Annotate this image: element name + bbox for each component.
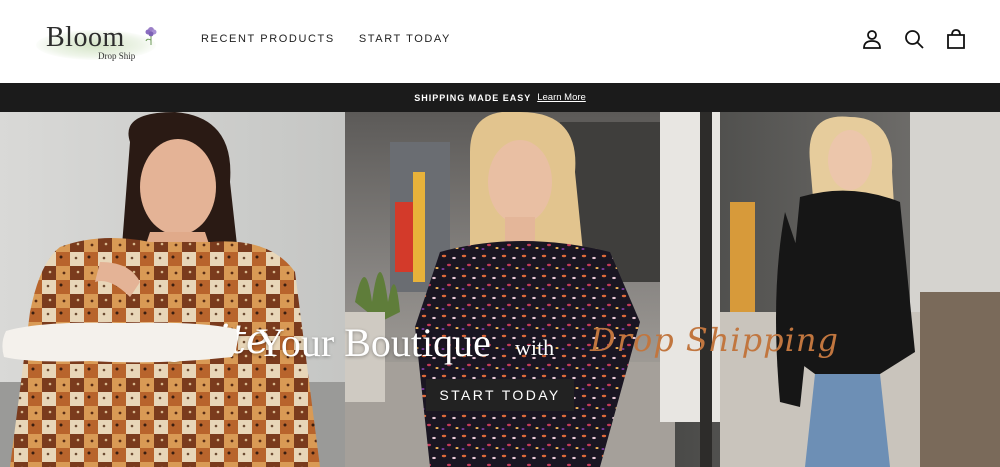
hero-image — [0, 112, 1000, 467]
account-icon[interactable] — [861, 28, 883, 50]
logo-subtitle: Drop Ship — [98, 51, 136, 61]
site-header: Bloom Drop Ship RECENT PRODUCTS START TO… — [0, 0, 1000, 83]
headline-main: Your Boutique — [256, 320, 491, 365]
header-icons — [861, 28, 967, 50]
announcement-message: SHIPPING MADE EASY — [414, 92, 532, 103]
nav-start-today[interactable]: START TODAY — [359, 33, 451, 45]
search-icon[interactable] — [903, 28, 925, 50]
brush-stroke-highlight — [2, 322, 238, 363]
main-nav: RECENT PRODUCTS START TODAY — [201, 33, 451, 45]
flower-icon — [145, 27, 157, 45]
headline-accent: Drop Shipping — [590, 321, 839, 359]
bloom-logo[interactable]: Bloom Drop Ship — [36, 18, 166, 68]
logo-word: Bloom — [46, 22, 125, 53]
hero-headline: Ignite Your Boutique with Drop Shipping — [0, 317, 1000, 377]
learn-more-link[interactable]: Learn More — [537, 92, 586, 103]
cart-icon[interactable] — [945, 28, 967, 50]
start-today-button[interactable]: START TODAY — [426, 379, 574, 411]
nav-recent-products[interactable]: RECENT PRODUCTS — [201, 33, 335, 45]
hero-banner: Ignite Your Boutique with Drop Shipping … — [0, 112, 1000, 467]
announcement-bar: SHIPPING MADE EASY Learn More — [0, 83, 1000, 112]
headline-with: with — [515, 335, 555, 360]
